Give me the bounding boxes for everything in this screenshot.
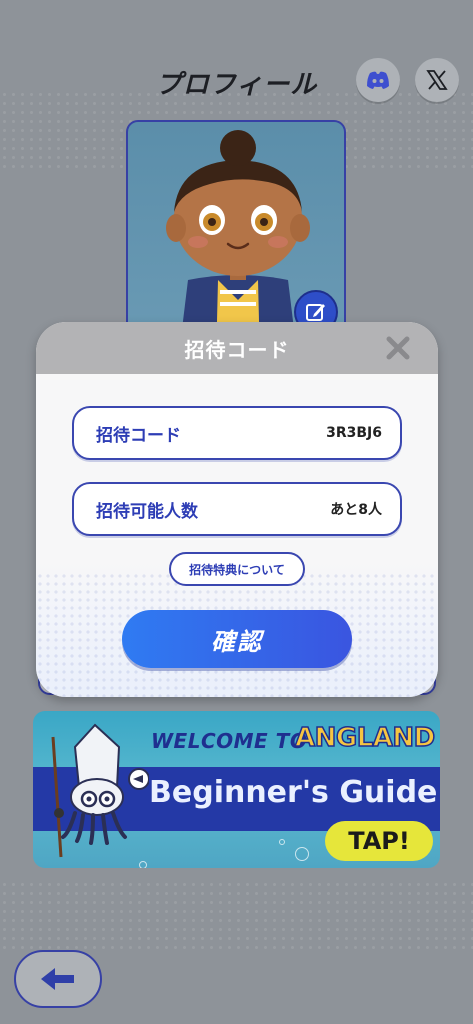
invite-count-value: あと8人 [330,502,382,518]
invite-code-field[interactable]: 招待コード 3R3BJ6 [72,406,402,460]
background-pattern-bottom [0,880,473,950]
edit-pencil-icon [306,304,325,321]
bubble-decoration [295,847,309,861]
squid-mascot-icon [51,723,149,858]
discord-icon [367,71,389,89]
invite-code-label: 招待コード [96,425,181,446]
invite-count-label: 招待可能人数 [96,501,198,522]
beginners-guide-banner[interactable]: WELCOME TO ANGLAND Beginner's Guide TAP! [33,711,440,868]
invite-code-value: 3R3BJ6 [326,425,382,441]
invite-benefits-button[interactable]: 招待特典について [169,552,305,586]
discord-button[interactable] [356,58,400,102]
close-x-icon [386,336,410,360]
x-logo-icon [426,70,448,90]
banner-guide-text: Beginner's Guide [149,775,438,810]
invite-count-field: 招待可能人数 あと8人 [72,482,402,536]
modal-header: 招待コード [36,322,438,374]
banner-welcome-text: WELCOME TO [151,729,308,753]
banner-tap-button[interactable]: TAP! [325,821,433,861]
arrow-left-icon [41,968,74,990]
page-title: プロフィール [155,70,318,100]
banner-brand-logo: ANGLAND [294,722,436,754]
back-button[interactable] [14,950,102,1008]
modal-close-button[interactable] [384,334,412,362]
modal-title: 招待コード [184,337,290,362]
x-button[interactable] [415,58,459,102]
confirm-button[interactable]: 確認 [122,610,352,668]
invite-code-modal: 招待コード 招待コード 3R3BJ6 招待可能人数 あと8人 招待特典について … [36,322,438,697]
bubble-decoration [279,839,285,845]
